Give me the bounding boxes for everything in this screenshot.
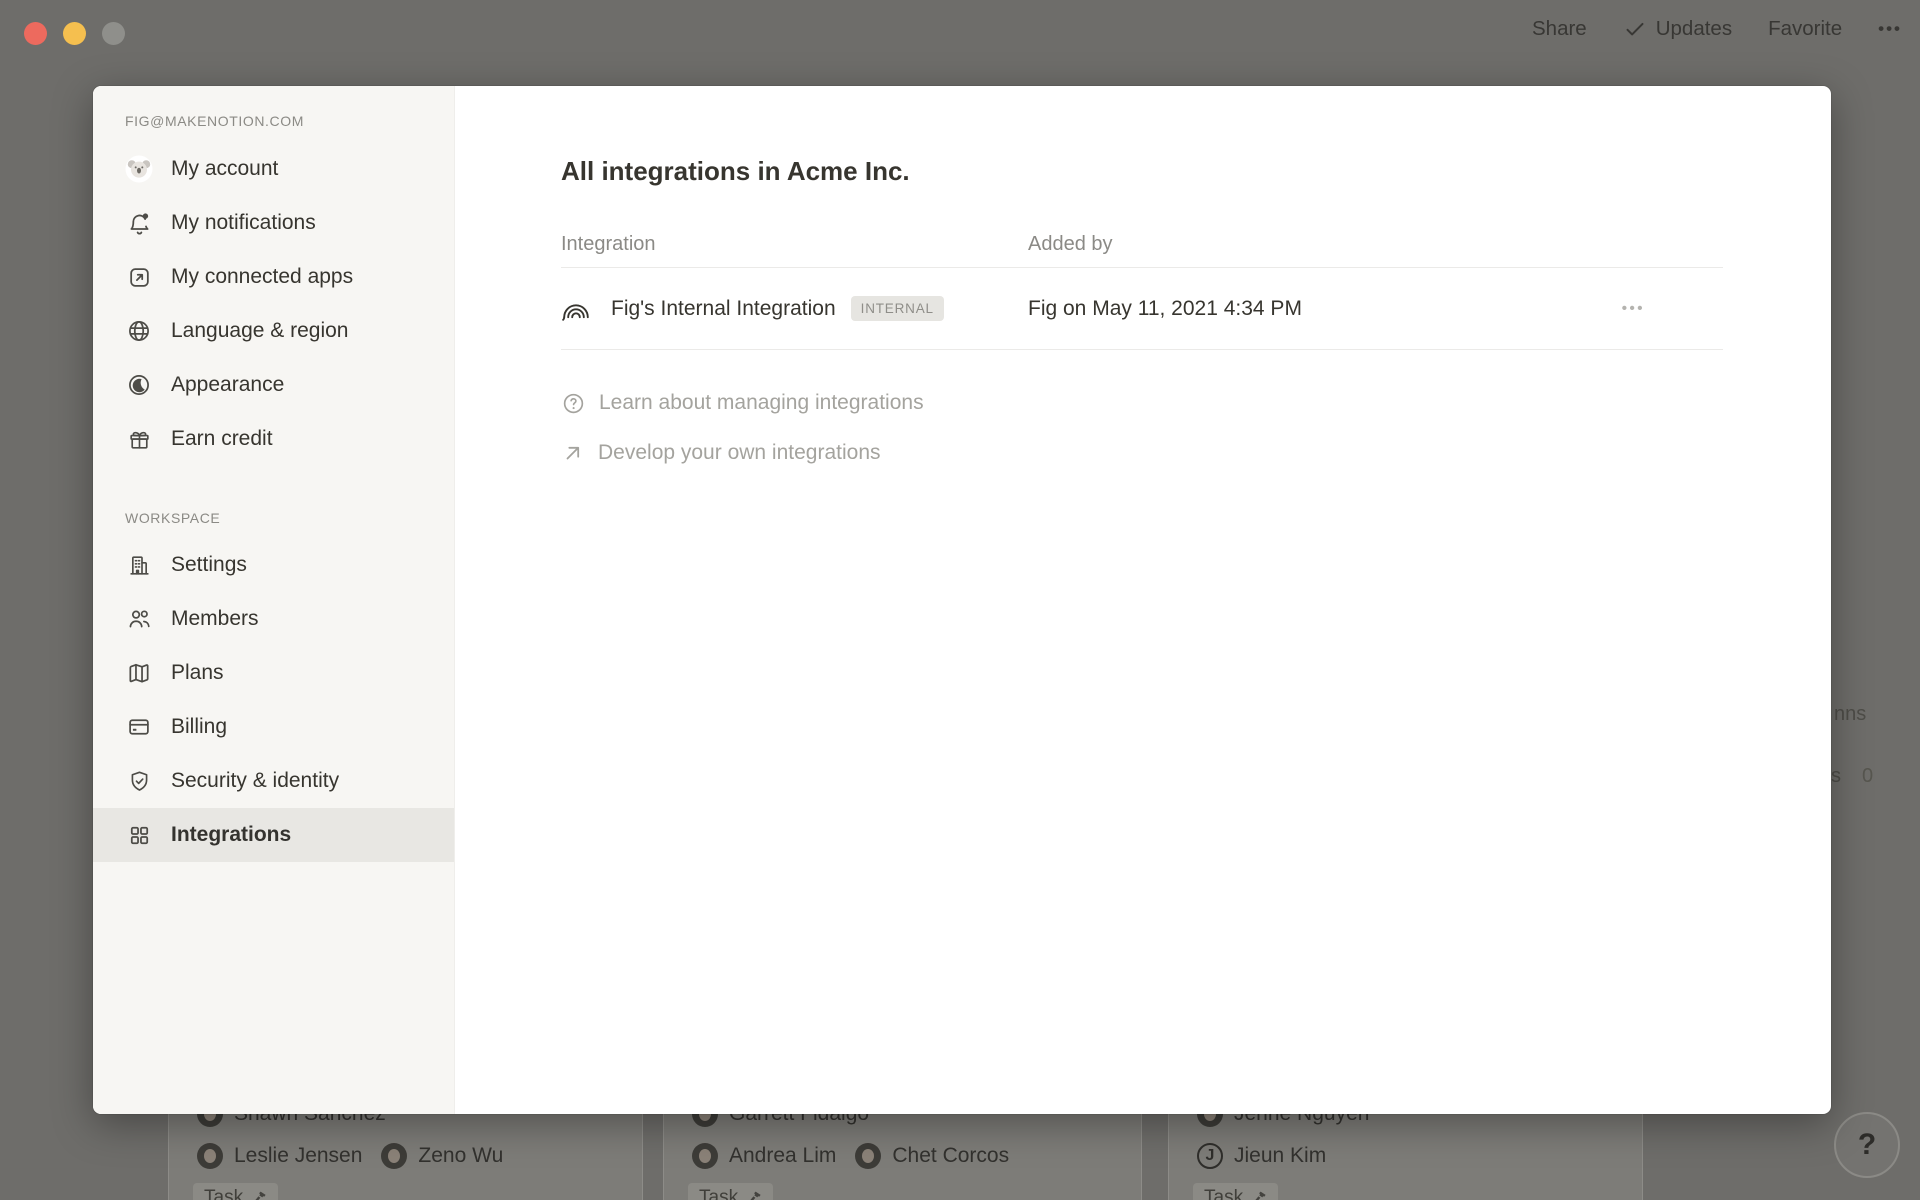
- sidebar-item-my-connected-apps[interactable]: My connected apps: [93, 250, 454, 304]
- building-icon: [125, 551, 153, 579]
- bell-icon: [125, 209, 153, 237]
- grid-icon: [125, 821, 153, 849]
- help-button[interactable]: ?: [1834, 1112, 1900, 1178]
- clipped-text-fragment: 0: [1862, 765, 1873, 788]
- avatar: [692, 1143, 718, 1169]
- sidebar-item-security-identity[interactable]: Security & identity: [93, 754, 454, 808]
- hammer-icon: [1251, 1190, 1267, 1200]
- sidebar-item-label: Security & identity: [171, 769, 339, 793]
- person-name: Leslie Jensen: [234, 1144, 362, 1168]
- learn-integrations-link[interactable]: Learn about managing integrations: [561, 378, 1723, 428]
- sidebar-item-plans[interactable]: Plans: [93, 646, 454, 700]
- task-tag: Task: [1193, 1183, 1278, 1200]
- close-window-button[interactable]: [24, 22, 47, 45]
- globe-icon: [125, 317, 153, 345]
- develop-integrations-link[interactable]: Develop your own integrations: [561, 428, 1723, 478]
- table-header: Integration Added by: [561, 222, 1723, 268]
- clipped-text-fragment: s: [1831, 765, 1841, 788]
- sidebar-item-label: Language & region: [171, 319, 349, 343]
- help-circle-icon: [561, 391, 586, 416]
- integration-name: Fig's Internal Integration: [611, 297, 836, 321]
- account-email-heading: FIG@MAKENOTION.COM: [93, 108, 454, 134]
- sidebar-item-label: My connected apps: [171, 265, 353, 289]
- credit-card-icon: [125, 713, 153, 741]
- column-header-integration: Integration: [561, 233, 1028, 256]
- sidebar-item-label: My notifications: [171, 211, 316, 235]
- sidebar-item-appearance[interactable]: Appearance: [93, 358, 454, 412]
- sidebar-item-billing[interactable]: Billing: [93, 700, 454, 754]
- sidebar-item-label: Earn credit: [171, 427, 273, 451]
- sidebar-item-label: Appearance: [171, 373, 284, 397]
- integrations-panel: All integrations in Acme Inc. Integratio…: [455, 86, 1831, 1114]
- moon-circle-icon: [125, 371, 153, 399]
- sidebar-item-label: Billing: [171, 715, 227, 739]
- hammer-icon: [746, 1190, 762, 1200]
- sidebar-item-label: Plans: [171, 661, 224, 685]
- person-name: Jieun Kim: [1234, 1144, 1326, 1168]
- sidebar-item-label: My account: [171, 157, 278, 181]
- added-by-value: Fig on May 11, 2021 4:34 PM: [1028, 297, 1302, 321]
- person-name: Chet Corcos: [892, 1144, 1009, 1168]
- more-options-button[interactable]: •••: [1878, 19, 1902, 39]
- traffic-lights: [24, 22, 125, 45]
- people-icon: [125, 605, 153, 633]
- sidebar-item-my-notifications[interactable]: My notifications: [93, 196, 454, 250]
- monogram-avatar: J: [1197, 1143, 1223, 1169]
- integration-row[interactable]: Fig's Internal Integration INTERNAL Fig …: [561, 268, 1723, 350]
- sidebar-item-my-account[interactable]: My account: [93, 142, 454, 196]
- sidebar-item-label: Integrations: [171, 823, 291, 847]
- sidebar-item-label: Settings: [171, 553, 247, 577]
- koala-avatar-icon: [125, 155, 153, 183]
- favorite-button[interactable]: Favorite: [1768, 17, 1842, 41]
- sidebar-item-integrations[interactable]: Integrations: [93, 808, 454, 862]
- share-button[interactable]: Share: [1532, 17, 1587, 41]
- avatar: [197, 1143, 223, 1169]
- check-icon: [1623, 17, 1647, 41]
- updates-button[interactable]: Updates: [1623, 17, 1732, 41]
- task-tag: Task: [688, 1183, 773, 1200]
- sidebar-item-settings[interactable]: Settings: [93, 538, 454, 592]
- zoom-window-button[interactable]: [102, 22, 125, 45]
- minimize-window-button[interactable]: [63, 22, 86, 45]
- row-menu-button[interactable]: •••: [1622, 300, 1645, 317]
- arrow-up-right-box-icon: [125, 263, 153, 291]
- shield-check-icon: [125, 767, 153, 795]
- column-header-added-by: Added by: [1028, 233, 1723, 256]
- gift-icon: [125, 425, 153, 453]
- person-name: Zeno Wu: [418, 1144, 503, 1168]
- avatar: [855, 1143, 881, 1169]
- internal-badge: INTERNAL: [851, 296, 944, 321]
- avatar: [381, 1143, 407, 1169]
- settings-modal: FIG@MAKENOTION.COM My account My notific…: [93, 86, 1831, 1114]
- arrow-up-right-icon: [561, 441, 585, 465]
- sidebar-item-label: Members: [171, 607, 259, 631]
- hammer-icon: [251, 1190, 267, 1200]
- settings-sidebar: FIG@MAKENOTION.COM My account My notific…: [93, 86, 455, 1114]
- task-tag: Task: [193, 1183, 278, 1200]
- link-label: Learn about managing integrations: [599, 391, 924, 415]
- sidebar-item-language-region[interactable]: Language & region: [93, 304, 454, 358]
- sidebar-item-earn-credit[interactable]: Earn credit: [93, 412, 454, 466]
- clipped-text-fragment: nns: [1834, 703, 1866, 726]
- workspace-section-heading: WORKSPACE: [93, 506, 454, 530]
- person-name: Andrea Lim: [729, 1144, 836, 1168]
- sidebar-item-members[interactable]: Members: [93, 592, 454, 646]
- topbar-actions: Share Updates Favorite •••: [1532, 0, 1902, 58]
- map-icon: [125, 659, 153, 687]
- fig-integration-logo-icon: [561, 294, 591, 324]
- page-title: All integrations in Acme Inc.: [561, 152, 1723, 190]
- link-label: Develop your own integrations: [598, 441, 881, 465]
